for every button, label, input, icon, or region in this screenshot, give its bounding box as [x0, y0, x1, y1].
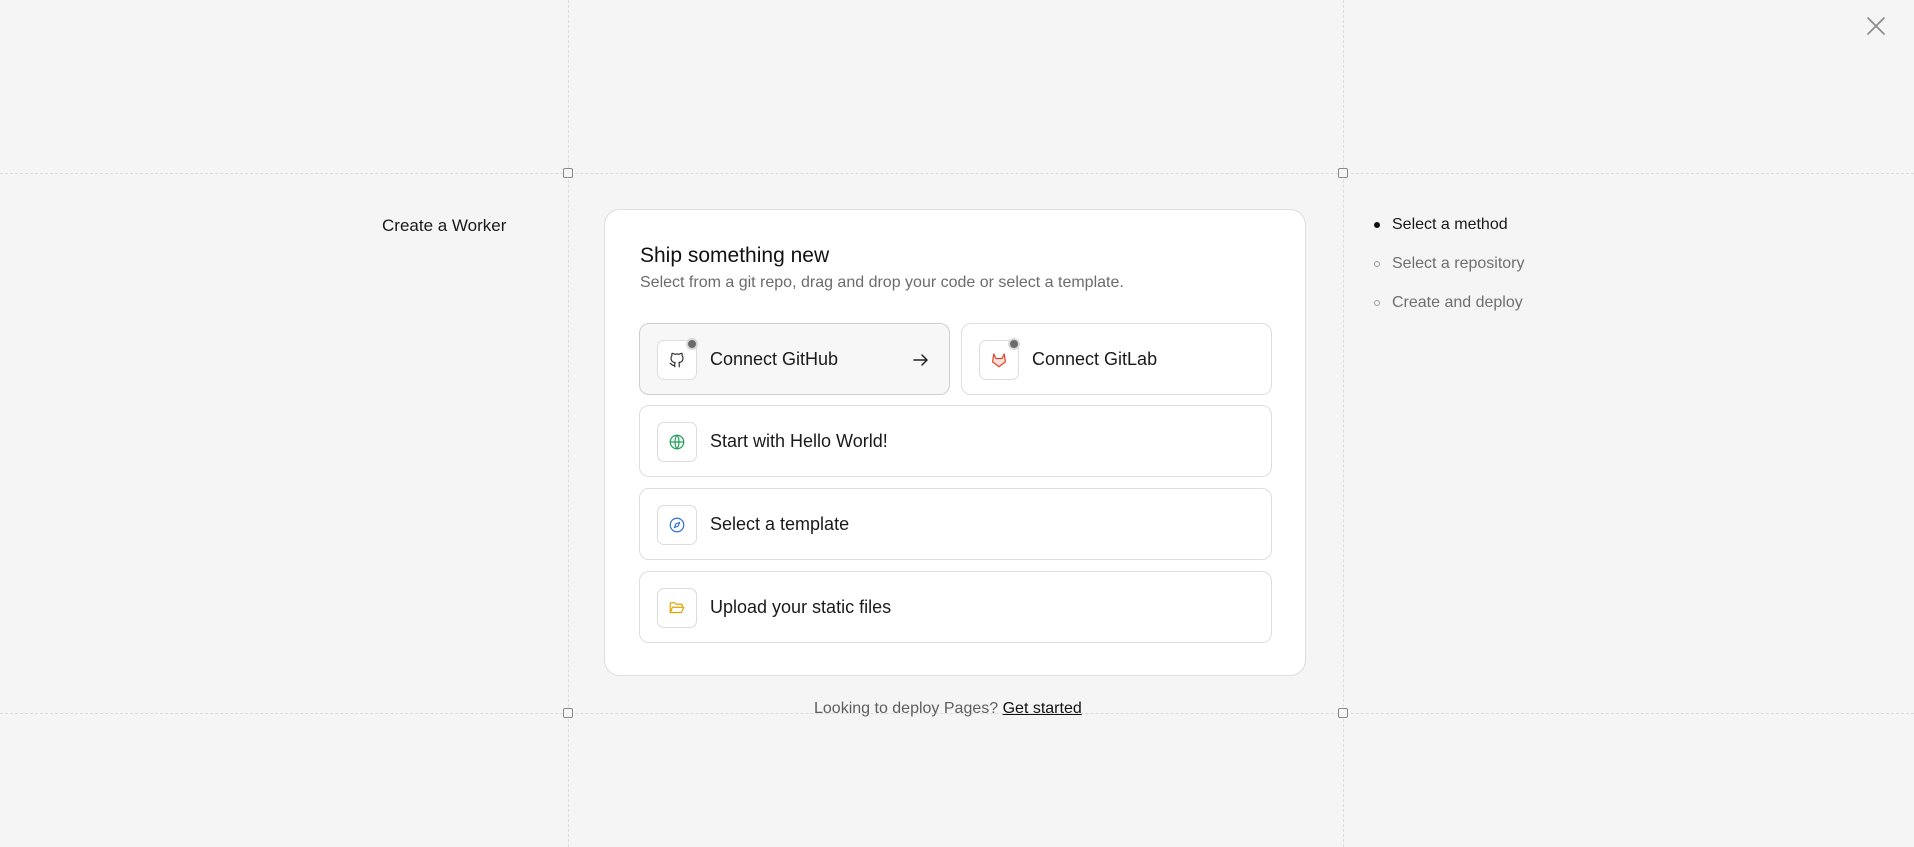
card-subtitle: Select from a git repo, drag and drop yo…: [640, 274, 1124, 291]
footer-text: Looking to deploy Pages?: [814, 700, 999, 717]
globe-icon: [669, 434, 685, 450]
globe-icon-box: [657, 422, 697, 462]
arrow-right-icon: [913, 354, 928, 366]
gitlab-icon-box: [979, 338, 1020, 380]
step-bullet-empty: [1374, 261, 1380, 267]
step-select-repository: Select a repository: [1372, 255, 1525, 294]
step-select-method: Select a method: [1372, 216, 1525, 255]
step-label: Select a method: [1392, 216, 1508, 233]
close-button[interactable]: [1864, 14, 1888, 38]
status-dot: [686, 338, 698, 350]
gitlab-icon: [992, 353, 1006, 368]
step-create-and-deploy: Create and deploy: [1372, 294, 1525, 333]
folder-icon-box: [657, 588, 697, 628]
corner-handle-top-left: [563, 168, 573, 178]
connect-gitlab-label: Connect GitLab: [1032, 349, 1158, 369]
step-label: Create and deploy: [1392, 294, 1523, 311]
compass-icon-box: [657, 505, 697, 545]
guide-line-left: [568, 0, 569, 847]
status-dot: [1008, 338, 1020, 350]
guide-line-top: [0, 173, 1914, 174]
guide-line-right: [1343, 0, 1344, 847]
upload-static-files-button[interactable]: Upload your static files: [639, 571, 1272, 643]
connect-github-label: Connect GitHub: [710, 349, 839, 369]
connect-github-button[interactable]: Connect GitHub: [639, 323, 950, 395]
upload-static-files-label: Upload your static files: [710, 597, 892, 617]
select-template-button[interactable]: Select a template: [639, 488, 1272, 560]
compass-icon: [669, 517, 685, 533]
method-card: Ship something new Select from a git rep…: [604, 209, 1306, 676]
progress-steps: Select a method Select a repository Crea…: [1372, 216, 1525, 333]
close-icon: [1867, 17, 1885, 35]
hello-world-button[interactable]: Start with Hello World!: [639, 405, 1272, 477]
github-icon: [669, 352, 684, 368]
connect-gitlab-button[interactable]: Connect GitLab: [961, 323, 1272, 395]
step-bullet-filled: [1374, 222, 1380, 228]
hello-world-label: Start with Hello World!: [710, 431, 888, 451]
step-label: Select a repository: [1392, 255, 1525, 272]
card-title: Ship something new: [640, 244, 830, 267]
github-icon-box: [657, 338, 698, 380]
step-bullet-empty: [1374, 300, 1380, 306]
select-template-label: Select a template: [710, 514, 850, 534]
corner-handle-top-right: [1338, 168, 1348, 178]
folder-open-icon: [669, 602, 685, 614]
get-started-link[interactable]: Get started: [1003, 700, 1082, 717]
corner-handle-bottom-right: [1338, 708, 1348, 718]
page-title: Create a Worker: [382, 216, 507, 235]
corner-handle-bottom-left: [563, 708, 573, 718]
